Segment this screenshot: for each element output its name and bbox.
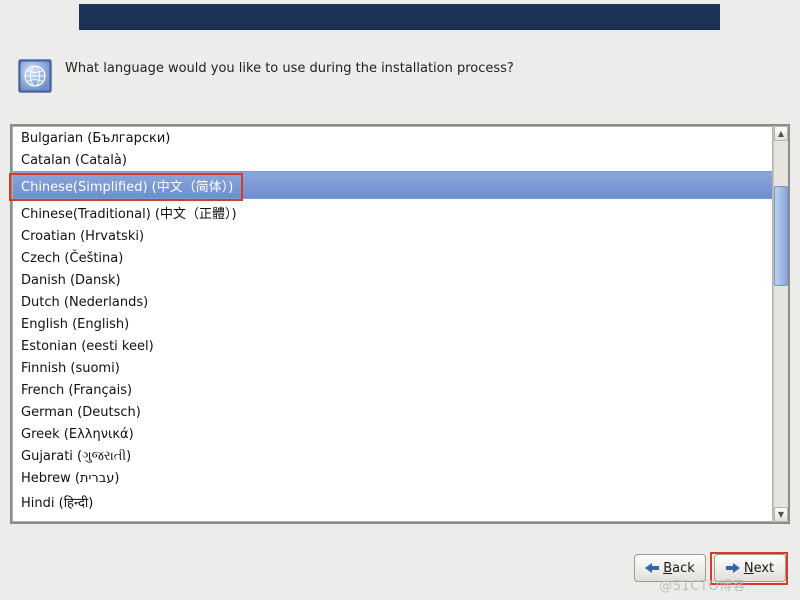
language-item[interactable]: Czech (Čeština) xyxy=(13,247,772,269)
language-item[interactable]: Chinese(Traditional) (中文（正體）) xyxy=(13,199,772,225)
scroll-track[interactable] xyxy=(774,141,788,507)
language-item[interactable]: Gujarati (ગુજરાતી) xyxy=(13,445,772,467)
back-button-label: Back xyxy=(663,561,695,576)
language-list-frame: Bulgarian (Български)Catalan (Català)Chi… xyxy=(10,124,790,524)
language-item[interactable]: Dutch (Nederlands) xyxy=(13,291,772,313)
language-item[interactable]: German (Deutsch) xyxy=(13,401,772,423)
language-item[interactable]: English (English) xyxy=(13,313,772,335)
language-item[interactable]: Hebrew (עברית) xyxy=(13,467,772,489)
language-item[interactable]: French (Français) xyxy=(13,379,772,401)
arrow-right-icon xyxy=(726,563,740,573)
language-item[interactable]: Greek (Ελληνικά) xyxy=(13,423,772,445)
language-item[interactable]: Chinese(Simplified) (中文（简体）) xyxy=(13,171,772,199)
language-item[interactable]: Hindi (हिन्दी) xyxy=(13,489,772,514)
next-button-label: Next xyxy=(744,561,774,576)
language-item[interactable]: Bulgarian (Български) xyxy=(13,127,772,149)
language-item[interactable]: Danish (Dansk) xyxy=(13,269,772,291)
scrollbar[interactable]: ▲ ▼ xyxy=(773,126,788,522)
back-button[interactable]: Back xyxy=(634,554,706,582)
language-item[interactable]: Estonian (eesti keel) xyxy=(13,335,772,357)
scroll-up-button[interactable]: ▲ xyxy=(774,126,788,141)
nav-buttons: Back Next xyxy=(634,554,786,582)
header-bar xyxy=(79,4,720,30)
language-item[interactable]: Finnish (suomi) xyxy=(13,357,772,379)
scroll-thumb[interactable] xyxy=(774,186,788,286)
globe-icon xyxy=(17,58,53,94)
language-item[interactable]: Catalan (Català) xyxy=(13,149,772,171)
language-list[interactable]: Bulgarian (Български)Catalan (Català)Chi… xyxy=(12,126,773,522)
scroll-down-button[interactable]: ▼ xyxy=(774,507,788,522)
prompt-text: What language would you like to use duri… xyxy=(65,54,514,78)
next-button[interactable]: Next xyxy=(714,554,786,582)
language-item[interactable]: Croatian (Hrvatski) xyxy=(13,225,772,247)
prompt-row: What language would you like to use duri… xyxy=(17,54,783,94)
arrow-left-icon xyxy=(645,563,659,573)
